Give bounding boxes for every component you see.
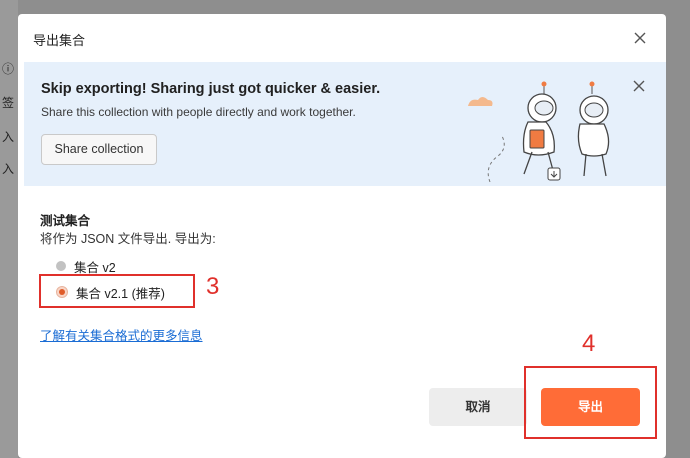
banner-description: Share this collection with people direct…	[41, 105, 356, 119]
close-icon[interactable]	[632, 30, 648, 46]
format-option-label: 集合 v2	[74, 260, 116, 275]
dialog-header: 导出集合	[18, 14, 666, 62]
astronauts-illustration	[468, 81, 610, 182]
format-option-v2[interactable]: 集合 v2	[56, 257, 116, 275]
annotation-number-3: 3	[206, 273, 220, 300]
background-info-glyph: ⓘ	[2, 62, 15, 76]
share-collection-button[interactable]: Share collection	[41, 134, 157, 165]
cancel-button[interactable]: 取消	[429, 388, 527, 426]
dialog-title: 导出集合	[33, 33, 86, 48]
radio-unselected-icon[interactable]	[56, 261, 66, 271]
annotation-box-3	[39, 274, 195, 308]
export-description: 将作为 JSON 文件导出. 导出为:	[40, 232, 216, 246]
share-promo-banner: Skip exporting! Sharing just got quicker…	[24, 62, 666, 186]
annotation-box-4	[524, 366, 657, 439]
background-text-glyph: 入	[2, 162, 15, 176]
learn-more-link[interactable]: 了解有关集合格式的更多信息	[40, 325, 203, 344]
background-page: ⓘ 签 入 入	[0, 0, 18, 458]
annotation-number-4: 4	[582, 330, 596, 357]
background-text-glyph: 入	[2, 130, 15, 144]
banner-title: Skip exporting! Sharing just got quicker…	[41, 81, 381, 97]
background-text-glyph: 签	[2, 96, 15, 110]
collection-name: 测试集合	[40, 214, 91, 228]
banner-close-icon[interactable]	[632, 79, 646, 93]
